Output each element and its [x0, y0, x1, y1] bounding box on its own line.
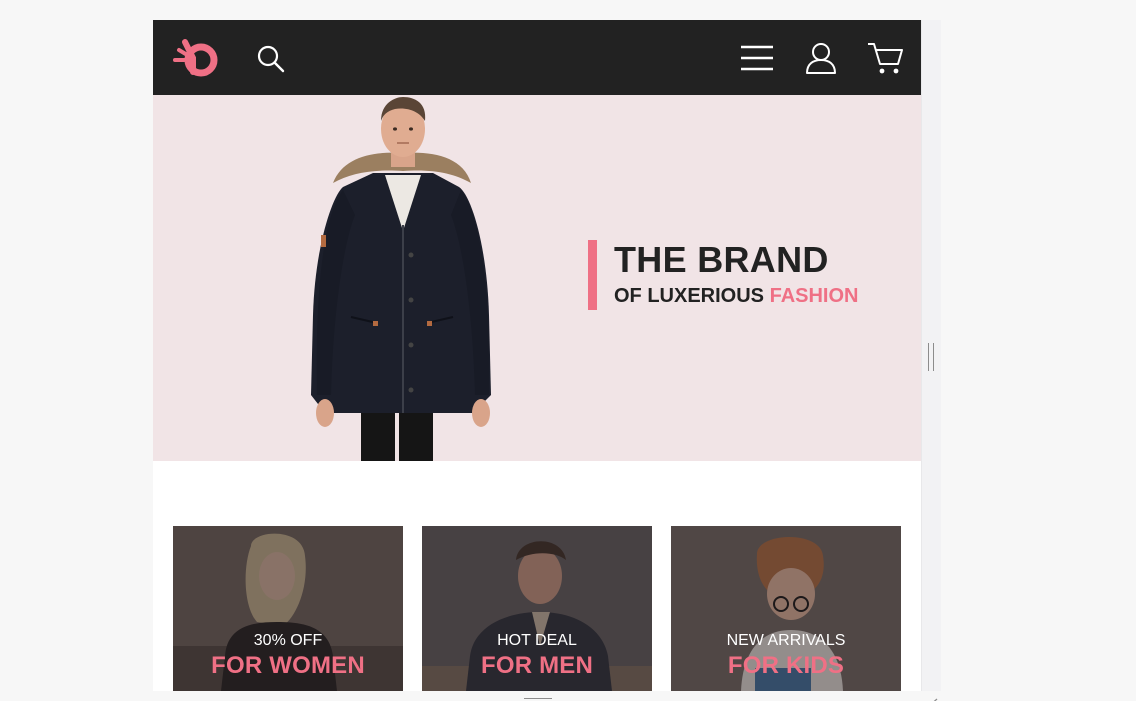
hero-headline-block: THE BRAND OF LUXERIOUS FASHION [588, 240, 858, 312]
hero-subtitle-accent: FASHION [769, 285, 859, 307]
category-card-kids[interactable]: NEW ARRIVALS FOR KIDS [671, 526, 901, 691]
card-kicker: 30% OFF [253, 632, 323, 649]
category-cards: 30% OFF FOR WOMEN HOT DEAL FOR MEN NEW A… [173, 526, 901, 691]
hero-subtitle: OF LUXERIOUS FASHION [614, 284, 858, 308]
frame-resize-handle-right[interactable] [928, 343, 934, 371]
hero-title: THE BRAND [614, 239, 829, 280]
card-kicker: NEW ARRIVALS [726, 632, 846, 649]
hero-model-image [303, 95, 503, 461]
hamburger-menu-icon[interactable] [739, 40, 775, 76]
card-heading: FOR KIDS [727, 652, 845, 679]
category-card-women[interactable]: 30% OFF FOR WOMEN [173, 526, 403, 691]
website-page: THE BRAND OF LUXERIOUS FASHION 30% OFF F… [153, 20, 921, 691]
user-account-icon[interactable] [803, 40, 839, 76]
card-kicker: HOT DEAL [497, 632, 577, 649]
card-text: HOT DEAL FOR MEN [422, 632, 652, 680]
frame-resize-corner-icon[interactable] [928, 693, 938, 701]
site-header [153, 20, 921, 95]
hero-subtitle-prefix: OF LUXERIOUS [614, 285, 765, 307]
card-text: NEW ARRIVALS FOR KIDS [671, 632, 901, 680]
card-text: 30% OFF FOR WOMEN [173, 632, 403, 680]
preview-frame: THE BRAND OF LUXERIOUS FASHION 30% OFF F… [153, 20, 941, 691]
brand-logo-icon[interactable] [171, 38, 219, 78]
shopping-cart-icon[interactable] [866, 40, 904, 76]
hero-accent-bar [588, 240, 597, 310]
card-heading: FOR MEN [480, 652, 594, 679]
card-heading: FOR WOMEN [211, 652, 365, 679]
search-icon[interactable] [255, 42, 287, 74]
hero-banner: THE BRAND OF LUXERIOUS FASHION [153, 95, 921, 461]
category-card-men[interactable]: HOT DEAL FOR MEN [422, 526, 652, 691]
